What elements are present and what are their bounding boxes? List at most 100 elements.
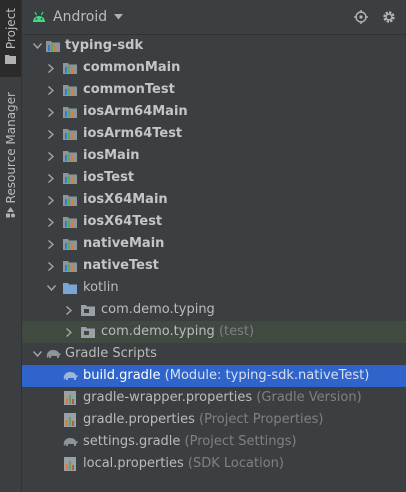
tree-node-gradle-file-selected[interactable]: build.gradle (Module: typing-sdk.nativeT…	[22, 365, 406, 387]
chevron-right-icon[interactable]	[46, 195, 56, 205]
tree-node-gradle-scripts[interactable]: Gradle Scripts	[22, 343, 406, 365]
tree-node-label: com.demo.typing (test)	[101, 323, 254, 341]
tree-node-source-set[interactable]: nativeMain	[22, 233, 406, 255]
chevron-right-icon[interactable]	[46, 107, 56, 117]
chevron-right-icon[interactable]	[64, 305, 74, 315]
file-hint: (Project Properties)	[199, 412, 324, 427]
tree-node-gradle-file[interactable]: settings.gradle (Project Settings)	[22, 431, 406, 453]
module-folder-icon	[45, 38, 61, 54]
tree-node-source-set[interactable]: iosX64Main	[22, 189, 406, 211]
header-toolbar	[354, 0, 396, 34]
tree-node-package[interactable]: com.demo.typing	[22, 299, 406, 321]
properties-file-icon	[62, 412, 78, 428]
tree-node-source-set[interactable]: iosTest	[22, 167, 406, 189]
chevron-right-icon[interactable]	[46, 63, 56, 73]
chevron-down-icon[interactable]	[114, 14, 124, 20]
tree-node-source-set[interactable]: iosMain	[22, 145, 406, 167]
file-hint: (Module: typing-sdk.nativeTest)	[164, 368, 370, 383]
gear-icon[interactable]	[382, 10, 396, 24]
file-name: gradle-wrapper.properties	[83, 390, 253, 405]
project-tab-label: Project	[3, 8, 18, 50]
project-view-header: Android	[22, 0, 406, 35]
tree-node-label: iosTest	[83, 170, 135, 185]
tree-node-label: iosX64Main	[83, 192, 168, 207]
file-hint: (Project Settings)	[184, 434, 297, 449]
package-folder-icon	[80, 324, 96, 340]
gradle-elephant-icon	[62, 434, 78, 450]
resource-manager-stripe-tab[interactable]: Resource Manager	[0, 90, 21, 225]
chevron-down-icon[interactable]	[46, 283, 56, 293]
tree-node-gradle-file[interactable]: local.properties (SDK Location)	[22, 453, 406, 475]
module-folder-icon	[62, 104, 78, 120]
module-folder-icon	[62, 60, 78, 76]
tree-node-kotlin-folder[interactable]: kotlin	[22, 277, 406, 299]
package-hint: (test)	[218, 324, 255, 339]
tree-node-label: kotlin	[83, 280, 119, 295]
chevron-right-icon[interactable]	[64, 327, 74, 337]
shapes-icon	[5, 207, 16, 222]
android-icon	[31, 11, 47, 23]
module-folder-icon	[62, 126, 78, 142]
module-folder-icon	[62, 82, 78, 98]
properties-file-icon	[62, 456, 78, 472]
project-stripe-tab[interactable]: Project	[0, 0, 21, 77]
file-name: settings.gradle	[83, 434, 181, 449]
chevron-right-icon[interactable]	[46, 261, 56, 271]
tree-node-source-set[interactable]: commonTest	[22, 79, 406, 101]
tree-node-source-set[interactable]: iosArm64Test	[22, 123, 406, 145]
file-name: gradle.properties	[83, 412, 195, 427]
chevron-down-icon[interactable]	[32, 349, 42, 359]
chevron-down-icon[interactable]	[32, 41, 42, 51]
view-mode-selector[interactable]: Android	[53, 9, 107, 25]
folder-icon	[5, 53, 16, 68]
chevron-right-icon[interactable]	[46, 151, 56, 161]
module-folder-icon	[62, 258, 78, 274]
gradle-elephant-icon	[45, 346, 61, 362]
tree-node-label: iosX64Test	[83, 214, 163, 229]
package-name: com.demo.typing	[101, 324, 215, 339]
file-hint: (SDK Location)	[187, 456, 284, 471]
tree-node-label: local.properties (SDK Location)	[83, 455, 284, 473]
folder-icon	[62, 280, 78, 296]
tree-node-label: commonMain	[83, 60, 181, 75]
tree-node-package-test[interactable]: com.demo.typing (test)	[22, 321, 406, 343]
tree-node-label: iosArm64Test	[83, 126, 183, 141]
gradle-elephant-icon	[62, 368, 78, 384]
tree-node-source-set[interactable]: nativeTest	[22, 255, 406, 277]
tree-node-label: commonTest	[83, 82, 175, 97]
chevron-right-icon[interactable]	[46, 85, 56, 95]
tree-node-source-set[interactable]: commonMain	[22, 57, 406, 79]
tree-node-label: iosArm64Main	[83, 104, 188, 119]
project-tree: typing-sdk commonMain commonTest iosArm6…	[22, 35, 406, 492]
chevron-right-icon[interactable]	[46, 129, 56, 139]
tree-node-label: nativeMain	[83, 236, 165, 251]
chevron-right-icon[interactable]	[46, 239, 56, 249]
tree-node-label: com.demo.typing	[101, 302, 215, 317]
tree-node-label: nativeTest	[83, 258, 159, 273]
file-hint: (Gradle Version)	[256, 390, 362, 405]
tree-node-label: typing-sdk	[65, 38, 144, 53]
resource-manager-tab-label: Resource Manager	[3, 92, 18, 204]
tree-node-label: gradle-wrapper.properties (Gradle Versio…	[83, 389, 362, 407]
tree-node-source-set[interactable]: iosX64Test	[22, 211, 406, 233]
file-name: build.gradle	[83, 368, 161, 383]
package-folder-icon	[80, 302, 96, 318]
tree-node-root-module[interactable]: typing-sdk	[22, 35, 406, 57]
chevron-right-icon[interactable]	[46, 217, 56, 227]
properties-file-icon	[62, 390, 78, 406]
module-folder-icon	[62, 236, 78, 252]
module-folder-icon	[62, 148, 78, 164]
tree-node-label: build.gradle (Module: typing-sdk.nativeT…	[83, 367, 369, 385]
chevron-right-icon[interactable]	[46, 173, 56, 183]
tree-node-label: Gradle Scripts	[65, 346, 157, 361]
tree-node-source-set[interactable]: iosArm64Main	[22, 101, 406, 123]
file-name: local.properties	[83, 456, 184, 471]
module-folder-icon	[62, 170, 78, 186]
tree-node-label: gradle.properties (Project Properties)	[83, 411, 324, 429]
tree-node-gradle-file[interactable]: gradle-wrapper.properties (Gradle Versio…	[22, 387, 406, 409]
tree-node-gradle-file[interactable]: gradle.properties (Project Properties)	[22, 409, 406, 431]
tree-node-label: iosMain	[83, 148, 140, 163]
module-folder-icon	[62, 192, 78, 208]
locate-icon[interactable]	[354, 10, 368, 24]
tool-window-stripe: Project Resource Manager	[0, 0, 22, 492]
